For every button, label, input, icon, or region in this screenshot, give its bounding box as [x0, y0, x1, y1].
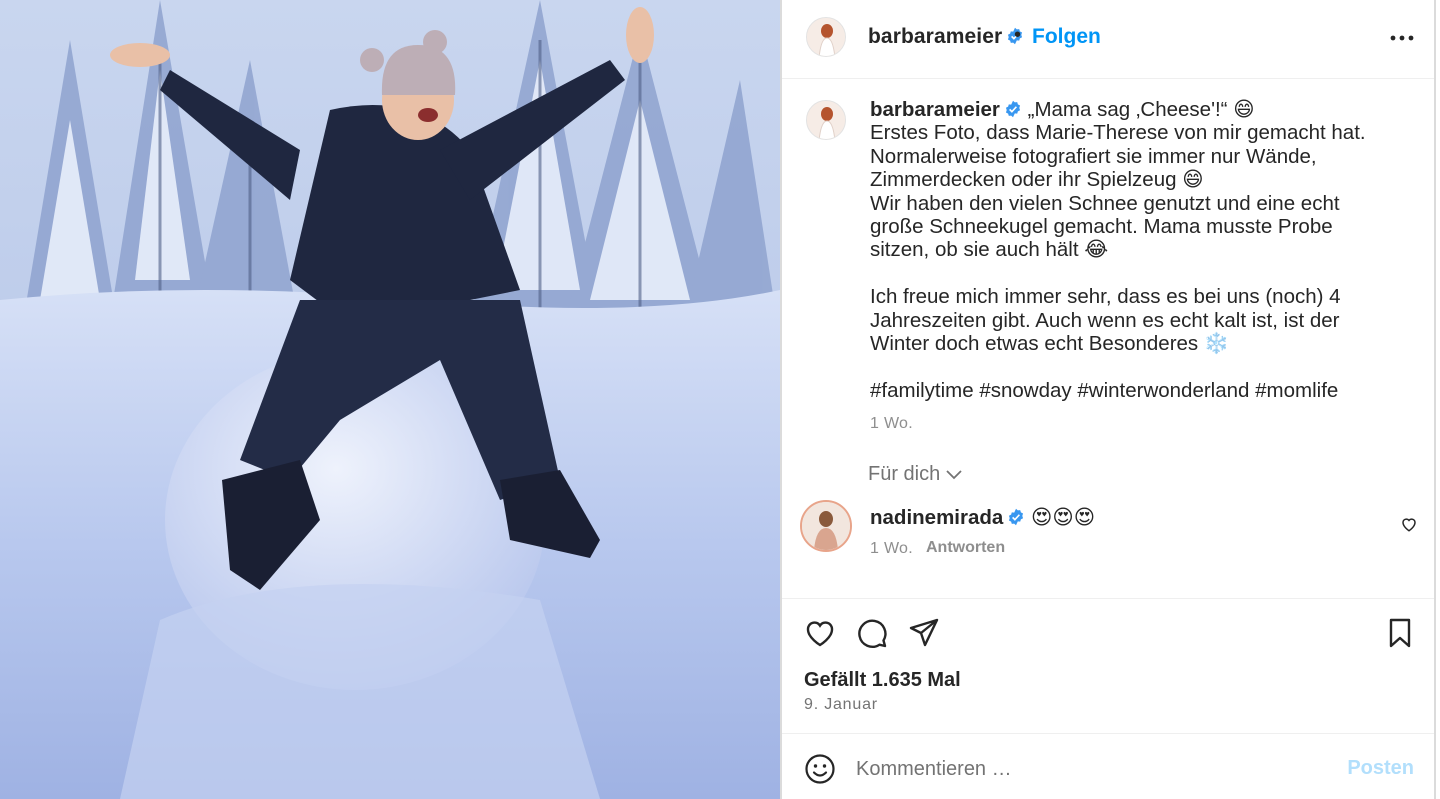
verified-badge-icon: [1009, 508, 1024, 526]
post-side-panel: barbarameier • Folgen barbarameier „Mama…: [780, 0, 1436, 799]
author-avatar[interactable]: [806, 17, 846, 57]
comment-composer: Posten: [782, 735, 1434, 799]
caption-time[interactable]: 1 Wo.: [870, 415, 913, 433]
like-heart-icon[interactable]: [804, 617, 836, 649]
more-options-icon[interactable]: [1388, 26, 1416, 50]
caption-username[interactable]: barbarameier: [870, 98, 1000, 121]
post-image: [0, 0, 780, 799]
post-actions: Gefällt 1.635 Mal 9. Januar: [782, 598, 1434, 734]
comment-avatar[interactable]: [800, 500, 852, 552]
post-header: barbarameier • Folgen: [782, 0, 1434, 79]
comments-filter[interactable]: Für dich: [868, 463, 962, 486]
comment-username[interactable]: nadinemirada: [870, 506, 1003, 529]
header-separator: •: [1014, 24, 1022, 46]
avatar-image: [807, 18, 845, 56]
author-username[interactable]: barbarameier: [868, 25, 1024, 49]
emoji-icon[interactable]: [804, 753, 836, 785]
share-icon[interactable]: [908, 617, 940, 649]
comment-text: 😍😍😍: [1031, 506, 1096, 529]
caption-avatar[interactable]: [806, 100, 846, 140]
author-username-text[interactable]: barbarameier: [868, 25, 1002, 48]
comment-row: nadinemirada 😍😍😍: [870, 505, 1095, 530]
caption-body: Erstes Foto, dass Marie-Therese von mir …: [870, 121, 1366, 402]
comment-icon[interactable]: [856, 617, 888, 649]
heart-icon[interactable]: [1400, 515, 1418, 533]
bookmark-icon[interactable]: [1384, 617, 1416, 649]
follow-button[interactable]: Folgen: [1032, 25, 1101, 49]
comments-filter-label[interactable]: Für dich: [868, 463, 940, 485]
reply-button[interactable]: Antworten: [926, 539, 1005, 557]
comment-time[interactable]: 1 Wo.: [870, 540, 913, 558]
avatar-image: [807, 101, 845, 139]
post-caption: barbarameier „Mama sag ‚Cheese'!“ 😄 Erst…: [870, 98, 1390, 402]
verified-badge-icon: [1005, 100, 1020, 118]
chevron-down-icon: [946, 470, 962, 479]
post-comment-button[interactable]: Posten: [1347, 757, 1414, 780]
avatar-image: [802, 502, 850, 550]
likes-count[interactable]: Gefällt 1.635 Mal: [804, 669, 961, 692]
post-photo[interactable]: [0, 0, 780, 799]
post-date[interactable]: 9. Januar: [804, 696, 878, 714]
caption-first-line: „Mama sag ‚Cheese'!“ 😄: [1027, 98, 1255, 121]
comment-input[interactable]: [856, 755, 1326, 783]
